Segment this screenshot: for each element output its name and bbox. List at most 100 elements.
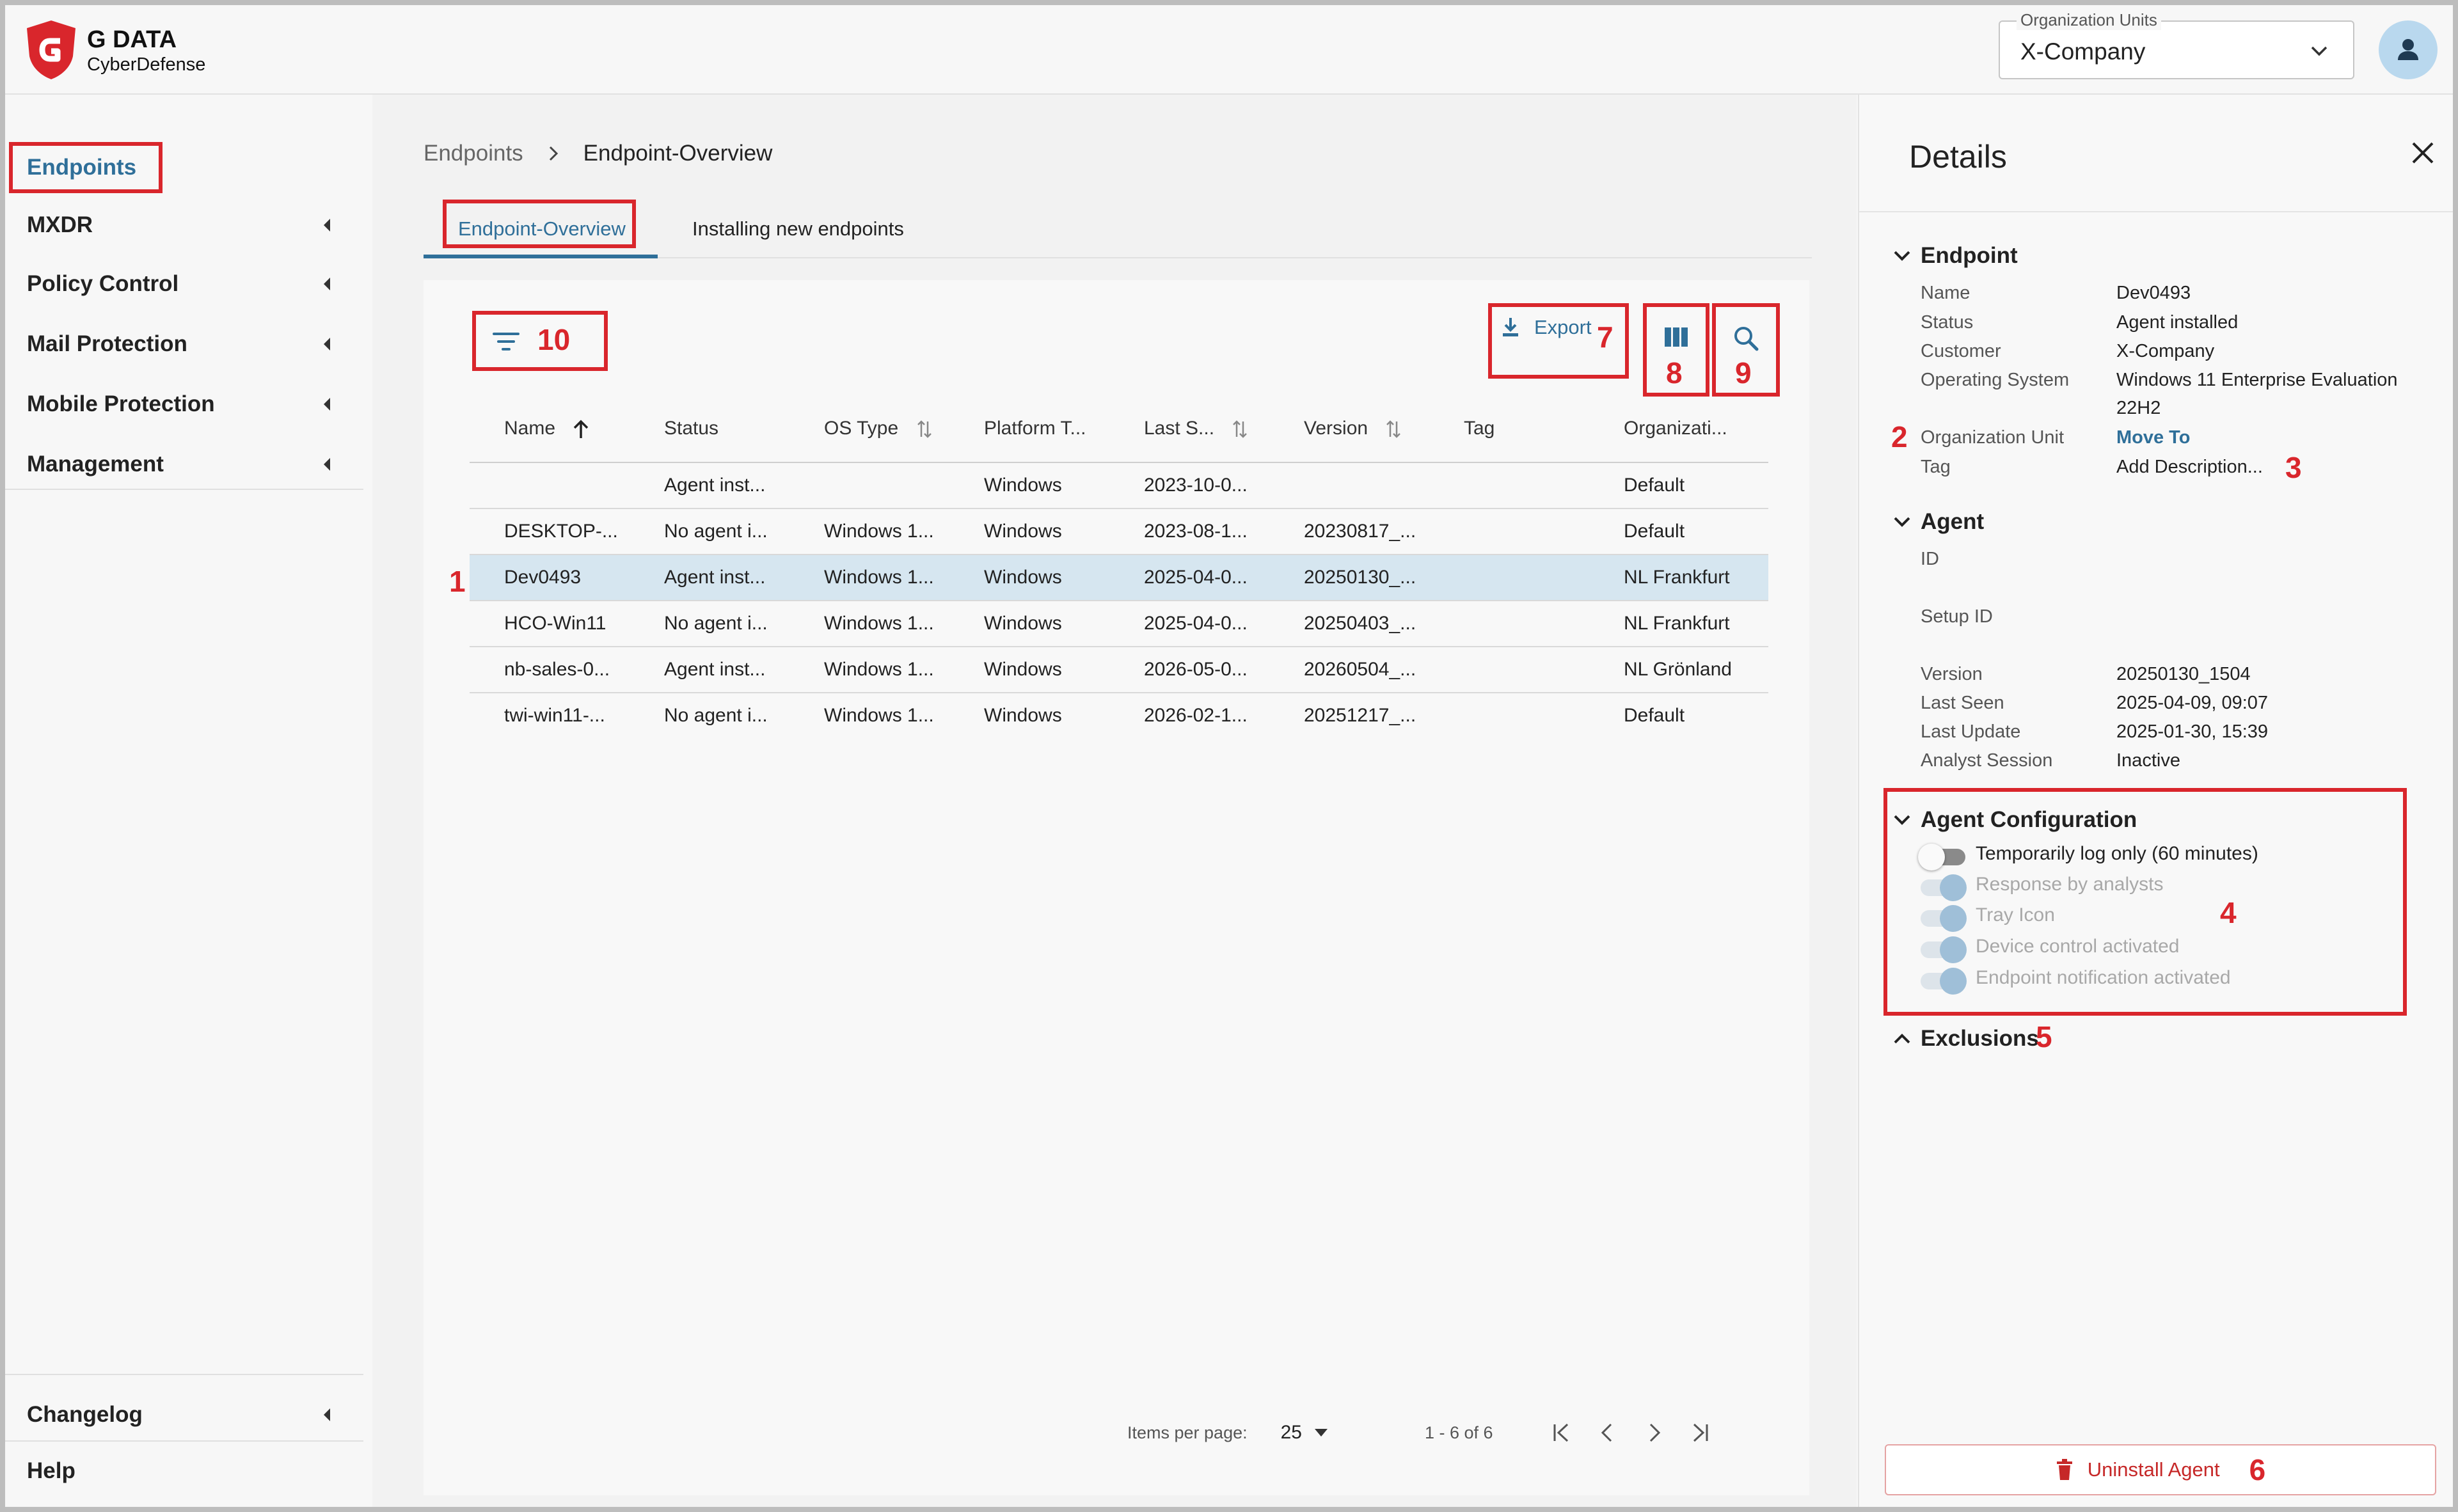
column-header-organization[interactable]: Organizati... (1589, 395, 1768, 463)
annotation-number: 9 (1735, 356, 1752, 390)
search-icon[interactable] (1732, 325, 1759, 352)
cell-name: DESKTOP-... (470, 508, 630, 555)
table-row[interactable]: twi-win11-... No agent i... Windows 1...… (470, 693, 1768, 738)
column-header-version[interactable]: Version (1269, 395, 1429, 463)
cell-organization: Default (1589, 462, 1768, 509)
sort-icon (1233, 420, 1248, 438)
detail-label: Customer (1921, 341, 2001, 361)
detail-label: Name (1921, 283, 1970, 303)
last-page-icon[interactable] (1689, 1422, 1711, 1444)
sidebar-item-management[interactable]: Management (5, 439, 340, 490)
annotation-number: 2 (1891, 420, 1908, 453)
cell-version: 20250130_... (1269, 555, 1429, 601)
filter-icon[interactable] (491, 329, 521, 354)
column-header-tag[interactable]: Tag (1429, 395, 1589, 463)
caret-left-icon (324, 458, 330, 471)
detail-value-customer: X-Company (2116, 341, 2215, 361)
section-agent-header[interactable]: Agent (1892, 509, 1984, 535)
first-page-icon[interactable] (1551, 1422, 1573, 1444)
sidebar-item-mobile-protection[interactable]: Mobile Protection (5, 379, 340, 430)
sidebar-item-label: Policy Control (27, 271, 179, 296)
section-exclusions-header[interactable]: Exclusions (1892, 1026, 2039, 1051)
detail-value-last-update: 2025-01-30, 15:39 (2116, 721, 2269, 742)
cell-version (1269, 462, 1429, 509)
uninstall-agent-button[interactable]: Uninstall Agent 6 (1885, 1444, 2436, 1495)
table-row[interactable]: nb-sales-0... Agent inst... Windows 1...… (470, 647, 1768, 693)
cell-version: 20260504_... (1269, 647, 1429, 693)
close-icon[interactable] (2409, 139, 2436, 166)
cell-name: Dev0493 (470, 555, 630, 601)
columns-icon[interactable] (1663, 326, 1689, 348)
annotation-number: 10 (537, 323, 571, 356)
table-row-selected[interactable]: Dev0493 Agent inst... Windows 1... Windo… (470, 555, 1768, 601)
toggle-label: Device control activated (1976, 936, 2180, 957)
breadcrumb: Endpoints Endpoint-Overview (424, 141, 772, 166)
cell-last-seen: 2023-08-1... (1109, 508, 1269, 555)
annotation-number: 8 (1666, 356, 1683, 390)
detail-label: Setup ID (1921, 606, 1993, 627)
add-description-link[interactable]: Add Description... (2116, 457, 2263, 478)
column-header-last-seen[interactable]: Last S... (1109, 395, 1269, 463)
toggle-label: Temporarily log only (60 minutes) (1976, 843, 2258, 864)
column-header-status[interactable]: Status (630, 395, 789, 463)
details-title: Details (1909, 139, 2007, 175)
cell-organization: Default (1589, 508, 1768, 555)
column-header-platform-type[interactable]: Platform T... (949, 395, 1109, 463)
column-header-os-type[interactable]: OS Type (789, 395, 949, 463)
sidebar-item-mail-protection[interactable]: Mail Protection (5, 319, 340, 370)
column-header-label: Version (1304, 417, 1368, 439)
detail-label: Tag (1921, 457, 1951, 477)
caret-left-icon (324, 278, 330, 290)
items-per-page-select[interactable]: 25 (1281, 1422, 1302, 1444)
sidebar-item-label: Mail Protection (27, 331, 187, 356)
breadcrumb-root[interactable]: Endpoints (424, 141, 523, 166)
active-tab-indicator (424, 255, 658, 258)
detail-label: Analyst Session (1921, 750, 2053, 771)
cell-status: No agent i... (630, 508, 789, 555)
sidebar-item-mxdr[interactable]: MXDR (5, 200, 340, 251)
sidebar-item-endpoints[interactable]: Endpoints (9, 142, 163, 193)
section-title: Agent Configuration (1921, 807, 2137, 832)
user-avatar-button[interactable] (2379, 20, 2438, 79)
cell-status: Agent inst... (630, 462, 789, 509)
cell-last-seen: 2025-04-0... (1109, 555, 1269, 601)
main-content: Endpoints Endpoint-Overview Endpoint-Ove… (372, 95, 1857, 1507)
previous-page-icon[interactable] (1597, 1422, 1619, 1444)
tab-installing-new-endpoints[interactable]: Installing new endpoints (692, 203, 904, 255)
detail-label: ID (1921, 549, 1939, 569)
top-header: G DATA CyberDefense Organization Units X… (5, 5, 2453, 95)
column-header-name[interactable]: Name (470, 395, 630, 463)
table-row[interactable]: Agent inst... Windows 2023-10-0... Defau… (470, 462, 1768, 509)
toggle-switch-off[interactable] (1918, 844, 1965, 870)
toggle-row-log-only[interactable]: Temporarily log only (60 minutes) (1918, 843, 2258, 870)
cell-name: nb-sales-0... (470, 647, 630, 693)
move-to-link[interactable]: Move To (2116, 427, 2190, 448)
sidebar-item-help[interactable]: Help (5, 1445, 340, 1497)
section-endpoint-header[interactable]: Endpoint (1892, 243, 2018, 269)
toggle-row-tray-icon: Tray Icon (1921, 904, 2055, 932)
cell-tag (1429, 647, 1589, 693)
sidebar-divider (5, 1374, 363, 1375)
detail-value-os: Windows 11 Enterprise Evaluation (2116, 370, 2398, 390)
organization-units-select[interactable]: Organization Units X-Company (1999, 10, 2354, 79)
gdata-logo[interactable]: G DATA CyberDefense (24, 19, 216, 83)
export-button[interactable]: Export (1501, 316, 1592, 339)
table-row[interactable]: DESKTOP-... No agent i... Windows 1... W… (470, 508, 1768, 555)
detail-label: Last Seen (1921, 693, 2004, 713)
gdata-shield-icon (27, 20, 75, 79)
toggle-label: Response by analysts (1976, 874, 2164, 895)
toggle-row-response-by-analysts: Response by analysts (1921, 874, 2164, 901)
cell-platform: Windows (949, 647, 1109, 693)
cell-os-type: Windows 1... (789, 555, 949, 601)
next-page-icon[interactable] (1643, 1422, 1665, 1444)
section-title: Exclusions (1921, 1026, 2039, 1051)
annotation-number: 5 (2036, 1020, 2052, 1053)
sidebar-item-label: Mobile Protection (27, 391, 215, 416)
arrow-up-icon (574, 420, 589, 439)
section-agent-configuration-header[interactable]: Agent Configuration (1892, 807, 2137, 833)
toggle-label: Tray Icon (1976, 904, 2055, 925)
sidebar-item-policy-control[interactable]: Policy Control (5, 258, 340, 310)
table-row[interactable]: HCO-Win11 No agent i... Windows 1... Win… (470, 601, 1768, 647)
items-per-page-label: Items per page: (1127, 1422, 1248, 1442)
sidebar-item-changelog[interactable]: Changelog (5, 1389, 340, 1440)
